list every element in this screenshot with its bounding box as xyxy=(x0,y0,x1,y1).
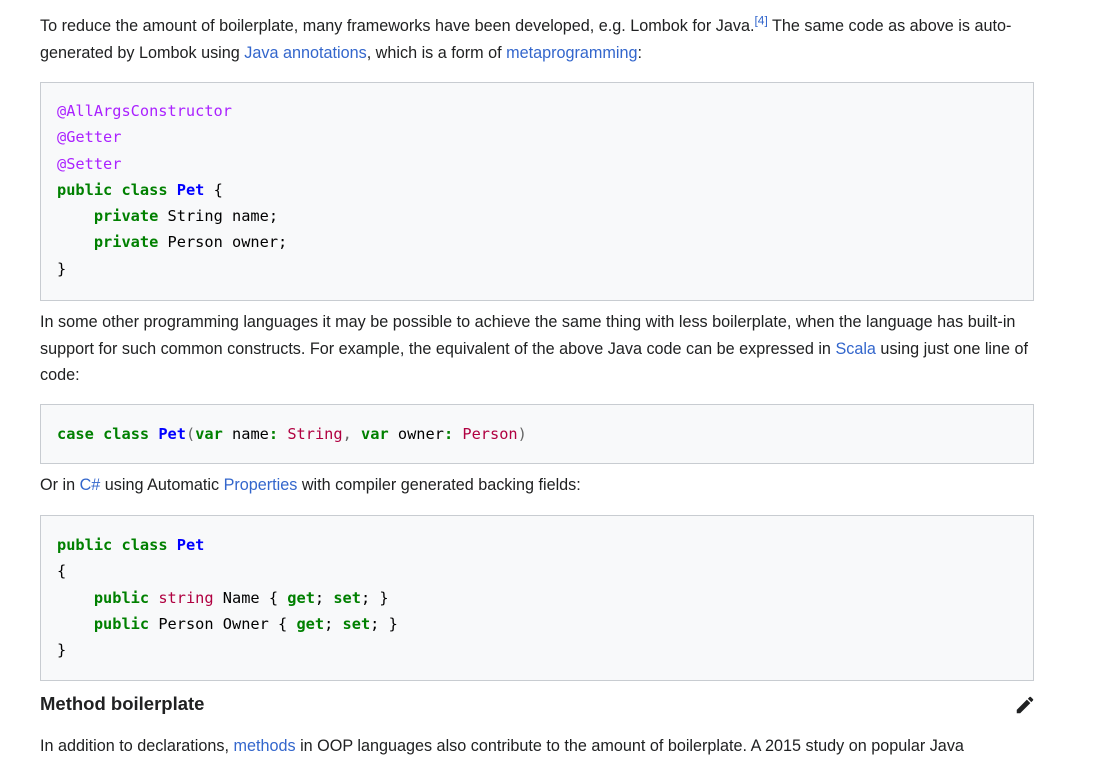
code-token: @AllArgsConstructor xyxy=(57,102,232,120)
code-token: class xyxy=(121,180,168,199)
code-token: Pet xyxy=(176,536,205,554)
code-block-java-lombok: @AllArgsConstructor @Getter @Setter publ… xyxy=(40,82,1034,301)
code-token: var xyxy=(361,425,389,443)
code-token: Person Owner { xyxy=(149,614,297,633)
text: , which is a form of xyxy=(366,43,507,62)
code-token: name xyxy=(222,425,269,443)
code-java-lombok: @AllArgsConstructor @Getter @Setter publ… xyxy=(57,98,287,282)
code-token: ) xyxy=(517,425,527,443)
link-csharp[interactable]: C# xyxy=(80,476,101,494)
link-scala[interactable]: Scala xyxy=(835,340,876,358)
pencil-icon-graphic xyxy=(1016,696,1034,714)
code-token: public xyxy=(93,588,150,607)
code-csharp: public class Pet { public string Name { … xyxy=(57,532,398,663)
code-token: String xyxy=(278,425,343,443)
code-token: Name { xyxy=(213,588,288,607)
code-token: : xyxy=(268,425,279,443)
code-token: owner xyxy=(388,425,444,443)
code-token: class xyxy=(103,425,150,443)
code-token: private xyxy=(93,207,159,226)
code-block-scala: case class Pet(var name: String, var own… xyxy=(40,404,1034,464)
code-token: } xyxy=(57,259,67,278)
code-token: Pet xyxy=(176,180,205,199)
text: with compiler generated backing fields: xyxy=(297,476,581,494)
code-token: public xyxy=(57,180,113,199)
code-token: } xyxy=(57,641,67,660)
code-token: ; } xyxy=(370,614,398,633)
paragraph-csharp: Or in C# using Automatic Properties with… xyxy=(40,472,1034,499)
code-token: case xyxy=(57,425,94,443)
code-token: ; } xyxy=(360,588,389,607)
link-methods[interactable]: methods xyxy=(233,737,295,755)
text: Or in xyxy=(40,476,80,494)
code-token: class xyxy=(121,536,168,554)
code-token: ; xyxy=(314,588,334,607)
code-token: get xyxy=(287,588,315,607)
code-token: @Getter xyxy=(57,128,122,147)
code-token: set xyxy=(333,588,361,607)
code-token: string xyxy=(158,588,214,607)
reference-4[interactable]: [4] xyxy=(754,14,767,28)
code-token: set xyxy=(342,614,371,633)
code-block-csharp: public class Pet { public string Name { … xyxy=(40,515,1034,681)
code-token: : xyxy=(443,425,454,443)
paragraph-methods: In addition to declarations, methods in … xyxy=(40,733,1034,760)
code-token: public xyxy=(93,614,150,633)
code-token: Person owner; xyxy=(158,233,288,252)
code-token: { xyxy=(204,180,223,199)
text: : xyxy=(637,43,642,62)
code-token: public xyxy=(57,536,113,554)
code-token: var xyxy=(195,425,223,443)
code-token: String name; xyxy=(158,207,279,226)
pencil-icon[interactable] xyxy=(1014,694,1036,716)
code-token: get xyxy=(296,614,325,633)
paragraph-lombok: To reduce the amount of boilerplate, man… xyxy=(40,13,1034,66)
code-token: ( xyxy=(185,425,196,443)
code-token: ; xyxy=(324,614,343,633)
link-properties[interactable]: Properties xyxy=(224,476,298,494)
text: using Automatic xyxy=(100,476,224,494)
reference-link[interactable]: [4] xyxy=(754,14,767,28)
code-token: Pet xyxy=(158,425,186,443)
code-token: , xyxy=(342,425,352,443)
code-token: private xyxy=(93,233,159,252)
paragraph-scala: In some other programming languages it m… xyxy=(40,309,1034,389)
code-token: @Setter xyxy=(57,154,122,173)
code-scala: case class Pet(var name: String, var own… xyxy=(57,421,527,447)
text: in OOP languages also contribute to the … xyxy=(295,737,964,755)
link-metaprogramming[interactable]: metaprogramming xyxy=(506,44,637,62)
section-heading-method-boilerplate: Method boilerplate xyxy=(40,693,205,714)
code-token: Person xyxy=(453,425,518,443)
code-token: { xyxy=(57,562,67,581)
link-java-annotations[interactable]: Java annotations xyxy=(244,44,366,62)
text: In addition to declarations, xyxy=(40,737,234,755)
text: To reduce the amount of boilerplate, man… xyxy=(40,17,755,35)
